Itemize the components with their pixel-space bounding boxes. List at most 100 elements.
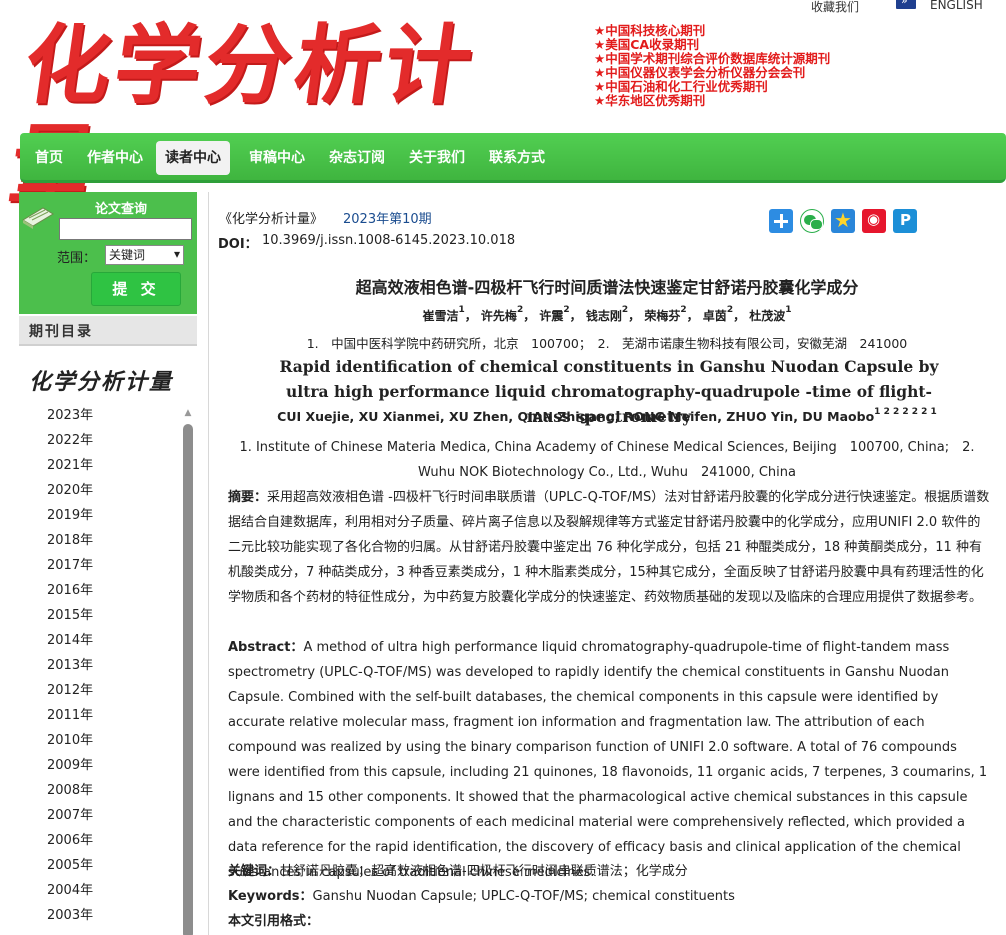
top-links: 收藏我们 ENGLISH <box>706 0 1006 16</box>
share-toolbar <box>769 208 917 233</box>
citation-label: 本文引用格式： <box>228 914 320 929</box>
keywords-en-text[interactable]: Ganshu Nuodan Capsule; UPLC-Q-TOF/MS; ch… <box>313 889 735 904</box>
notebook-icon <box>22 207 54 229</box>
author-sup: 1 <box>785 305 792 315</box>
keywords-en: Keywords：Ganshu Nuodan Capsule; UPLC-Q-T… <box>228 885 990 904</box>
year-item[interactable]: 2021年 <box>47 456 93 481</box>
qzone-icon[interactable] <box>831 208 855 233</box>
weibo-icon[interactable] <box>862 209 886 233</box>
abstract-cn: 摘要：采用超高效液相色谱 -四极杆飞行时间串联质谱（UPLC-Q-TOF/MS）… <box>228 485 990 610</box>
abstract-en-text: A method of ultra high performance liqui… <box>228 640 988 880</box>
honor-item: 中国学术期刊综合评价数据库统计源期刊 <box>594 52 830 66</box>
doi-label: DOI： <box>218 237 258 252</box>
year-item[interactable]: 2010年 <box>47 731 93 756</box>
author-sup: 2 <box>680 305 687 315</box>
nav-home[interactable]: 首页 <box>20 141 72 175</box>
honor-item: 美国CA收录期刊 <box>594 38 830 52</box>
authors-en: CUI Xuejie, XU Xianmei, XU Zhen, QIAN Zh… <box>209 407 1005 424</box>
year-item[interactable]: 2003年 <box>47 906 93 931</box>
article-title-cn: 超高效液相色谱-四极杆飞行时间质谱法快速鉴定甘舒诺丹胶囊化学成分 <box>355 278 859 297</box>
search-input[interactable] <box>59 218 192 240</box>
author-name[interactable]: 许先梅 <box>481 309 517 323</box>
favorite-link[interactable]: 收藏我们 <box>811 0 859 15</box>
tencent-weibo-icon[interactable] <box>893 209 917 233</box>
journal-honors: 中国科技核心期刊 美国CA收录期刊 中国学术期刊综合评价数据库统计源期刊 中国仪… <box>594 24 830 108</box>
nav-review-center[interactable]: 审稿中心 <box>234 141 314 175</box>
affiliations-cn: 1. 中国中医科学院中药研究所，北京 100700； 2. 芜湖市诺康生物科技有… <box>306 336 908 351</box>
year-list: 2023年 2022年 2021年 2020年 2019年 2018年 2017… <box>47 406 93 931</box>
catalog-logo: 化学分析计量 <box>29 369 174 395</box>
main-nav: 首页 作者中心 读者中心 审稿中心 杂志订阅 关于我们 联系方式 <box>20 133 1006 183</box>
keywords-cn: 关键词：甘舒诺丹胶囊；超高效液相色谱-四极杆飞行时间串联质谱法；化学成分 <box>228 860 990 879</box>
year-item[interactable]: 2012年 <box>47 681 93 706</box>
nav-reader-center[interactable]: 读者中心 <box>156 141 230 175</box>
year-item[interactable]: 2019年 <box>47 506 93 531</box>
doi-value[interactable]: 10.3969/j.issn.1008-6145.2023.10.018 <box>262 233 515 248</box>
authors-en-names: CUI Xuejie, XU Xianmei, XU Zhen, QIAN Zh… <box>277 409 875 424</box>
author-name[interactable]: 许震 <box>539 309 563 323</box>
abstract-en: Abstract：A method of ultra high performa… <box>228 635 990 885</box>
year-item[interactable]: 2005年 <box>47 856 93 881</box>
nav-about[interactable]: 关于我们 <box>394 141 474 175</box>
year-item[interactable]: 2022年 <box>47 431 93 456</box>
site-logo[interactable]: 化学分析计量 <box>4 8 518 216</box>
abstract-cn-label: 摘要： <box>228 490 268 505</box>
keywords-cn-text[interactable]: 甘舒诺丹胶囊；超高效液相色谱-四极杆飞行时间串联质谱法；化学成分 <box>280 864 688 879</box>
share-more-icon[interactable] <box>769 209 793 233</box>
year-scrollbar[interactable]: ▲ <box>183 408 193 935</box>
catalog-header: 期刊目录 <box>19 316 197 346</box>
nav-subscribe[interactable]: 杂志订阅 <box>314 141 394 175</box>
citation-format: 本文引用格式： <box>228 910 990 929</box>
year-item[interactable]: 2004年 <box>47 881 93 906</box>
author-name[interactable]: 崔雪洁 <box>422 309 458 323</box>
scrollbar-thumb[interactable] <box>183 424 193 935</box>
scroll-up-icon[interactable]: ▲ <box>183 408 193 418</box>
year-item[interactable]: 2014年 <box>47 631 93 656</box>
nav-author-center[interactable]: 作者中心 <box>72 141 152 175</box>
year-item[interactable]: 2007年 <box>47 806 93 831</box>
honor-item: 中国仪器仪表学会分析仪器分会会刊 <box>594 66 830 80</box>
scope-label: 范围： <box>57 251 97 266</box>
paper-search-box: 论文查询 范围： 关键词 提 交 <box>19 192 197 314</box>
year-item[interactable]: 2011年 <box>47 706 93 731</box>
author-sup: 2 <box>726 305 734 315</box>
year-item[interactable]: 2008年 <box>47 781 93 806</box>
wechat-icon[interactable] <box>800 209 824 233</box>
honor-item: 中国石油和化工行业优秀期刊 <box>594 80 830 94</box>
year-item[interactable]: 2018年 <box>47 531 93 556</box>
submit-button[interactable]: 提 交 <box>91 272 181 306</box>
year-item[interactable]: 2017年 <box>47 556 93 581</box>
english-link[interactable]: ENGLISH <box>930 0 983 12</box>
logo-text: 化学分析计量 <box>4 15 483 216</box>
authors-en-sup: 1 2 2 2 2 2 1 <box>874 407 937 417</box>
catalog-title: 期刊目录 <box>29 324 93 340</box>
abstract-en-label: Abstract： <box>228 640 304 655</box>
year-item[interactable]: 2013年 <box>47 656 93 681</box>
year-item[interactable]: 2015年 <box>47 606 93 631</box>
journal-name[interactable]: 《化学分析计量》 <box>219 208 323 227</box>
keywords-cn-label: 关键词： <box>228 864 281 879</box>
author-name[interactable]: 钱志刚 <box>586 309 622 323</box>
year-item[interactable]: 2009年 <box>47 756 93 781</box>
search-title: 论文查询 <box>95 202 148 217</box>
year-item[interactable]: 2020年 <box>47 481 93 506</box>
honor-item: 华东地区优秀期刊 <box>594 94 830 108</box>
author-sup: 2 <box>563 305 570 315</box>
year-item[interactable]: 2006年 <box>47 831 93 856</box>
honor-item: 中国科技核心期刊 <box>594 24 830 38</box>
nav-contact[interactable]: 联系方式 <box>474 141 554 175</box>
scope-select[interactable]: 关键词 <box>105 245 184 265</box>
authors-cn: 崔雪洁1， 许先梅2， 许震2， 钱志刚2， 荣梅芬2， 卓茵2， 杜茂波1 <box>422 305 792 323</box>
keywords-en-label: Keywords： <box>228 889 313 904</box>
author-name[interactable]: 杜茂波 <box>749 309 785 323</box>
year-item[interactable]: 2023年 <box>47 406 93 431</box>
affiliations-en: 1. Institute of Chinese Materia Medica, … <box>239 440 975 480</box>
author-sup: 2 <box>621 305 629 315</box>
year-item[interactable]: 2016年 <box>47 581 93 606</box>
sidebar: 论文查询 范围： 关键词 提 交 期刊目录 化学分析计量 2023年 2022年… <box>19 192 197 935</box>
article-main: 《化学分析计量》 2023年第10期 DOI： 10.3969/j.issn.1… <box>208 192 1004 935</box>
author-name[interactable]: 荣梅芬 <box>644 309 680 323</box>
language-flag-icon[interactable] <box>896 0 916 9</box>
author-name[interactable]: 卓茵 <box>703 309 727 323</box>
issue-link[interactable]: 2023年第10期 <box>343 208 432 227</box>
